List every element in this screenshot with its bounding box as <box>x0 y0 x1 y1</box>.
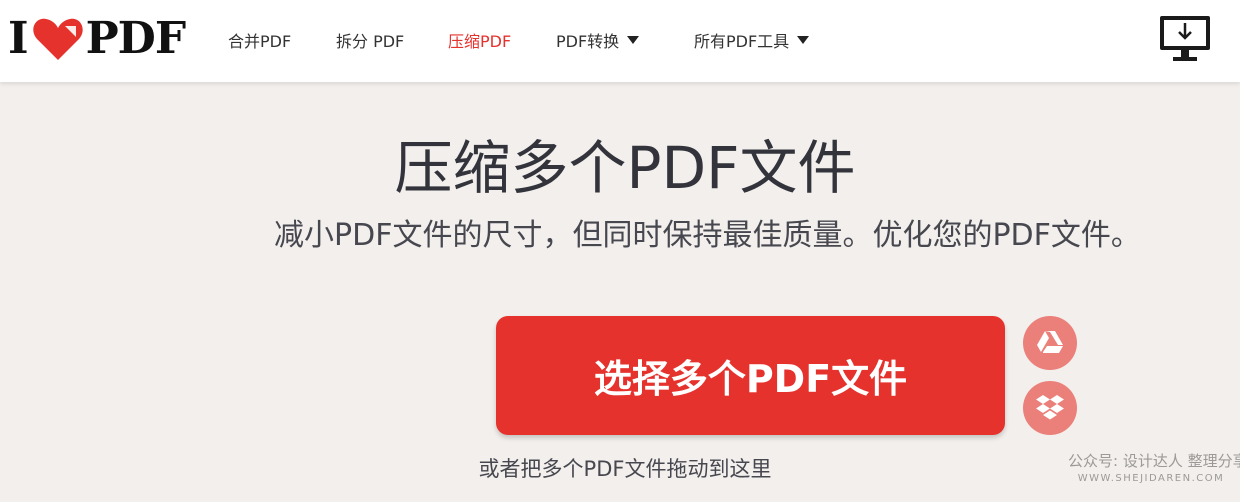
google-drive-button[interactable] <box>1023 316 1077 370</box>
watermark-line1: 公众号: 设计达人 整理分享 <box>1068 452 1240 470</box>
dropbox-icon <box>1036 395 1064 420</box>
select-pdf-files-label: 选择多个PDF文件 <box>593 357 908 401</box>
nav-all-pdf-tools[interactable]: 所有PDF工具 <box>694 26 810 54</box>
nav-merge-pdf-label: 合并PDF <box>228 32 292 51</box>
caret-down-icon <box>797 36 810 44</box>
desktop-download-icon <box>1160 16 1210 61</box>
heart-icon <box>32 18 83 60</box>
google-drive-icon <box>1037 331 1063 353</box>
select-pdf-files-button[interactable]: 选择多个PDF文件 <box>496 316 1005 435</box>
logo-prefix: I <box>8 13 29 64</box>
nav-all-pdf-tools-label: 所有PDF工具 <box>694 32 790 51</box>
ilovepdf-logo[interactable]: I PDF <box>8 13 186 64</box>
nav-merge-pdf[interactable]: 合并PDF <box>228 26 291 54</box>
nav-compress-pdf-label: 压缩PDF <box>448 32 512 51</box>
page-subtitle: 减小PDF文件的尺寸，但同时保持最佳质量。优化您的PDF文件。 <box>274 218 1141 253</box>
watermark: 公众号: 设计达人 整理分享 WWW.SHEJIDAREN.COM <box>1068 450 1240 490</box>
watermark-line2: WWW.SHEJIDAREN.COM <box>1077 473 1225 484</box>
dropbox-button[interactable] <box>1023 381 1077 435</box>
page: I PDF 合并PDF 拆分 PDF 压缩PDF PDF转换 所有PDF工具 压… <box>0 0 1240 502</box>
caret-down-icon <box>627 36 640 44</box>
nav-split-pdf-label: 拆分 PDF <box>336 32 405 51</box>
logo-suffix: PDF <box>85 13 186 64</box>
nav-convert-pdf[interactable]: PDF转换 <box>556 26 640 54</box>
top-navbar: I PDF 合并PDF 拆分 PDF 压缩PDF PDF转换 所有PDF工具 <box>0 0 1240 82</box>
nav-convert-pdf-label: PDF转换 <box>556 32 620 51</box>
desktop-app-download-button[interactable] <box>1158 14 1212 64</box>
nav-compress-pdf[interactable]: 压缩PDF <box>448 26 511 54</box>
page-title: 压缩多个PDF文件 <box>394 134 856 202</box>
nav-split-pdf[interactable]: 拆分 PDF <box>336 26 404 54</box>
drag-drop-hint: 或者把多个PDF文件拖动到这里 <box>478 457 772 481</box>
